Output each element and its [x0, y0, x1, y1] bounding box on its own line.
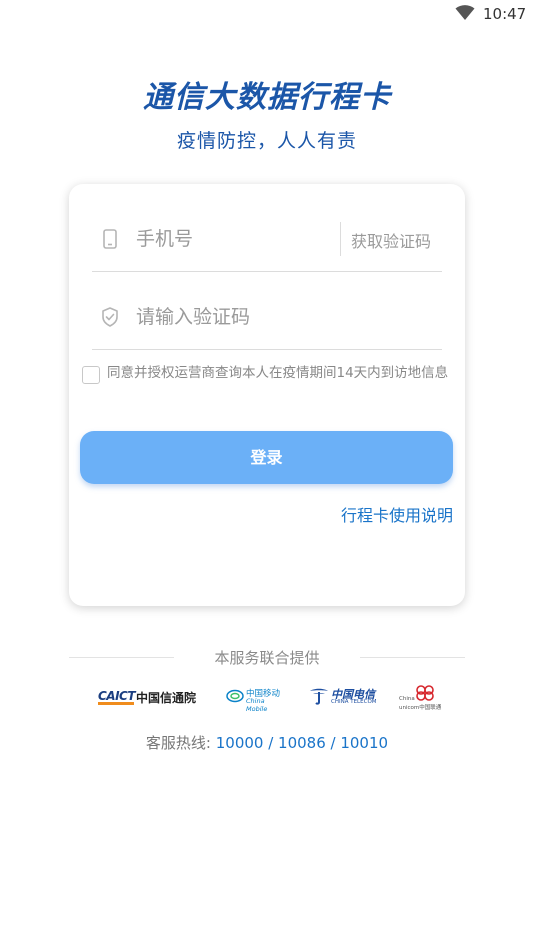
- usage-guide-link[interactable]: 行程卡使用说明: [341, 502, 453, 526]
- caict-bar: [98, 702, 134, 705]
- china-mobile-icon: [226, 689, 244, 703]
- china-telecom-logo: 中国电信 CHINA TELECOM: [308, 683, 378, 713]
- phone-field: 获取验证码: [92, 210, 442, 272]
- caict-name: 中国信通院: [136, 691, 197, 705]
- china-unicom-logo: China unicom中国联通: [398, 683, 443, 713]
- caict-logo: CAICT 中国信通院: [98, 683, 198, 713]
- divider-right: [360, 657, 465, 658]
- field-divider: [340, 222, 341, 256]
- china-telecom-en: CHINA TELECOM: [331, 699, 377, 705]
- get-code-button[interactable]: 获取验证码: [351, 228, 431, 252]
- agreement-checkbox[interactable]: [82, 366, 100, 384]
- provider-section: 本服务联合提供: [0, 647, 534, 671]
- phone-input[interactable]: [136, 222, 336, 256]
- phone-icon: [103, 229, 117, 249]
- china-telecom-icon: [310, 688, 328, 705]
- code-field: [92, 288, 442, 350]
- china-mobile-logo: 中国移动 China Mobile: [226, 683, 286, 713]
- china-unicom-en: China: [399, 696, 415, 702]
- status-bar: 10:47: [0, 0, 534, 30]
- china-unicom-en2: unicom中国联通: [399, 705, 442, 711]
- hotline-label: 客服热线:: [145, 734, 216, 752]
- china-mobile-en: China Mobile: [246, 697, 268, 713]
- app-subtitle: 疫情防控，人人有责: [176, 130, 357, 152]
- wifi-icon: [455, 5, 475, 20]
- china-unicom-icon: [416, 685, 434, 701]
- login-card: 获取验证码 同意并授权运营商查询本人在疫情期间14天内到访地信息 登录 行程卡使…: [69, 184, 465, 606]
- hotline: 客服热线: 10000 / 10086 / 10010: [0, 732, 534, 753]
- app-title: 通信大数据行程卡: [143, 80, 391, 115]
- provider-logos: CAICT 中国信通院 中国移动 China Mobile 中国电信 CHINA…: [0, 683, 534, 713]
- code-input[interactable]: [136, 300, 426, 334]
- shield-icon: [102, 307, 118, 327]
- status-time: 10:47: [483, 5, 527, 23]
- agreement-text: 同意并授权运营商查询本人在疫情期间14天内到访地信息: [107, 365, 449, 381]
- login-button[interactable]: 登录: [80, 431, 453, 484]
- hotline-numbers[interactable]: 10000 / 10086 / 10010: [216, 734, 388, 752]
- caict-mark: CAICT: [98, 689, 136, 703]
